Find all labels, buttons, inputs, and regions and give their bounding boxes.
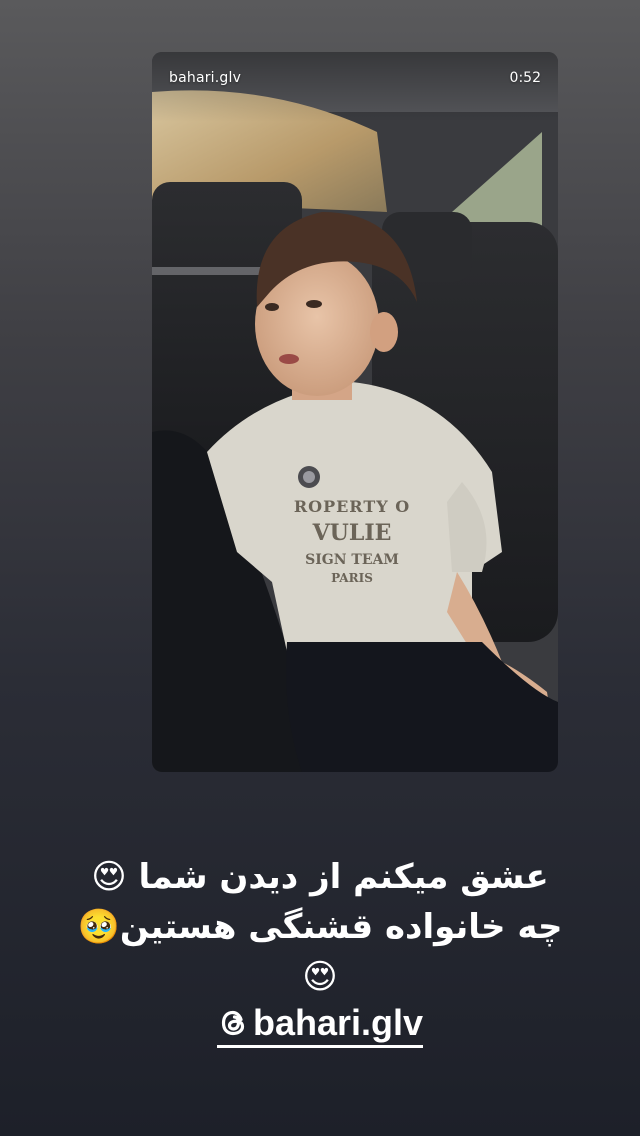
video-duration: 0:52 (509, 70, 541, 86)
threads-icon (221, 1010, 245, 1036)
story-caption: عشق میکنم از دیدن شما 😍 چه خانواده قشنگی… (40, 852, 600, 1002)
mention-link[interactable]: bahari.glv (216, 1003, 424, 1048)
svg-text:ROPERTY O: ROPERTY O (294, 497, 410, 516)
caption-line-3: 😍 (302, 957, 338, 997)
video-frame: ROPERTY O VULIE SIGN TEAM PARIS (152, 52, 558, 772)
svg-text:SIGN TEAM: SIGN TEAM (305, 552, 399, 568)
mention-handle[interactable]: bahari.glv (253, 1003, 423, 1043)
video-top-gradient (152, 52, 558, 122)
caption-line-1: عشق میکنم از دیدن شما 😍 (91, 857, 549, 897)
svg-text:VULIE: VULIE (312, 520, 392, 546)
story-video-card[interactable]: ROPERTY O VULIE SIGN TEAM PARIS bahari.g… (152, 52, 558, 772)
caption-line-2: چه خانواده قشنگی هستین🥹 (77, 907, 563, 947)
svg-text:PARIS: PARIS (331, 571, 373, 585)
mention-sticker[interactable]: bahari.glv (0, 1003, 640, 1048)
story-username[interactable]: bahari.glv (169, 70, 241, 86)
